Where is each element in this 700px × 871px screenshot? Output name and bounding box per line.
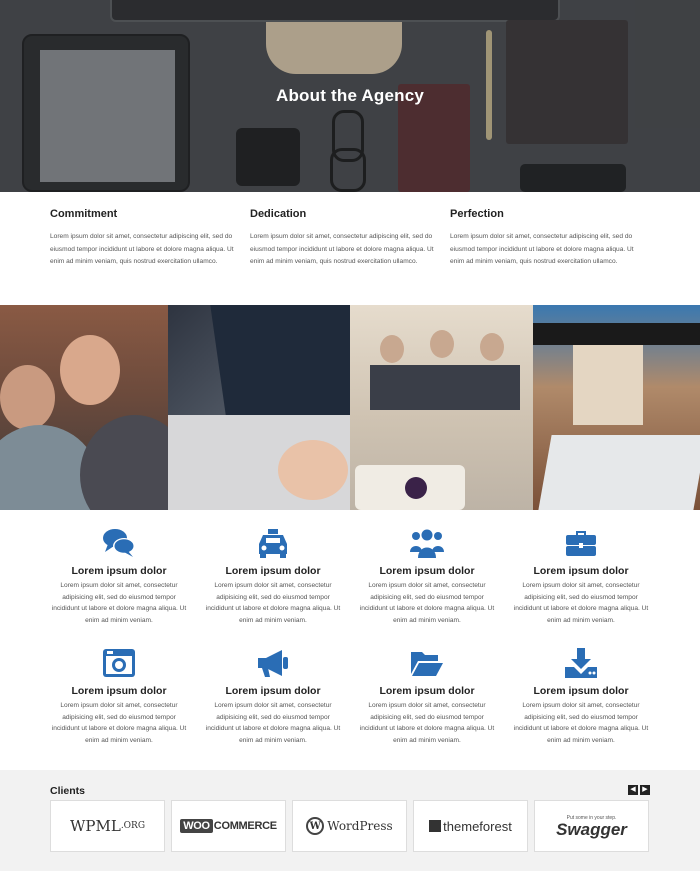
value-title: Commitment [50, 208, 118, 220]
client-logo-wpml[interactable]: WPML .ORG [50, 800, 165, 852]
feature-title: Lorem ipsum dolor [533, 685, 629, 697]
wpml-logo-text: WPML [69, 817, 121, 835]
photo-person [480, 333, 504, 361]
clients-section: Clients ◀ ▶ WPML .ORG WOO COMMERCE W WordPr… [0, 770, 700, 871]
themeforest-logo-text: themeforest [443, 818, 512, 834]
feature-text: Lorem ipsum dolor sit amet, consectetur … [205, 702, 341, 744]
feature-title: Lorem ipsum dolor [379, 685, 475, 697]
keyboard-image [538, 435, 700, 510]
feature-text: Lorem ipsum dolor sit amet, consectetur … [51, 582, 187, 624]
camera-icon [101, 646, 137, 680]
feature-card: Lorem ipsum dolor Lorem ipsum dolor sit … [350, 642, 504, 750]
photo-imac [533, 305, 700, 510]
photo-body [80, 415, 168, 510]
value-perfection: Perfection Lorem ipsum dolor sit amet, c… [450, 208, 650, 305]
swagger-logo-text: Swagger [556, 819, 627, 839]
projector-lens [405, 477, 427, 499]
feature-card: Lorem ipsum dolor Lorem ipsum dolor sit … [42, 522, 196, 630]
wordpress-logo-text: WordPress [327, 819, 393, 833]
feature-title: Lorem ipsum dolor [225, 565, 321, 577]
carousel-next-button[interactable]: ▶ [640, 785, 650, 795]
value-text: Lorem ipsum dolor sit amet, consectetur … [50, 233, 234, 265]
values-section: Commitment Lorem ipsum dolor sit amet, c… [0, 192, 700, 305]
photo-face [60, 335, 120, 405]
client-logo-themeforest[interactable]: themeforest [413, 800, 528, 852]
megaphone-icon [255, 646, 291, 680]
chat-icon [101, 526, 137, 560]
feature-text: Lorem ipsum dolor sit amet, consectetur … [205, 582, 341, 624]
value-text: Lorem ipsum dolor sit amet, consectetur … [250, 233, 434, 265]
feature-card: Lorem ipsum dolor Lorem ipsum dolor sit … [42, 642, 196, 750]
feature-card: Lorem ipsum dolor Lorem ipsum dolor sit … [196, 522, 350, 630]
group-icon [409, 526, 445, 560]
download-icon [563, 646, 599, 680]
client-logo-woocommerce[interactable]: WOO COMMERCE [171, 800, 286, 852]
wpml-logo-suffix: .ORG [120, 821, 146, 831]
page-title: About the Agency [275, 86, 424, 105]
imac-bezel [533, 323, 700, 345]
feature-title: Lorem ipsum dolor [533, 565, 629, 577]
carousel-prev-button[interactable]: ◀ [628, 785, 638, 795]
briefcase-icon [563, 526, 599, 560]
imac-stand [573, 345, 643, 425]
feature-text: Lorem ipsum dolor sit amet, consectetur … [359, 582, 495, 624]
value-title: Dedication [250, 208, 307, 220]
photo-hand [278, 440, 348, 500]
carousel-controls: ◀ ▶ [628, 785, 650, 795]
feature-card: Lorem ipsum dolor Lorem ipsum dolor sit … [504, 642, 658, 750]
feature-text: Lorem ipsum dolor sit amet, consectetur … [51, 702, 187, 744]
photo-strip [0, 305, 700, 510]
photo-laptop [168, 305, 350, 510]
feature-text: Lorem ipsum dolor sit amet, consectetur … [513, 582, 649, 624]
wordpress-icon: W [306, 817, 325, 835]
photo-suits [370, 365, 520, 410]
woo-logo-box: WOO [180, 819, 213, 833]
photo-meeting [350, 305, 533, 510]
value-commitment: Commitment Lorem ipsum dolor sit amet, c… [50, 208, 250, 305]
value-dedication: Dedication Lorem ipsum dolor sit amet, c… [250, 208, 450, 305]
client-logo-swagger[interactable]: Put some in your step. Swagger [534, 800, 649, 852]
feature-title: Lorem ipsum dolor [71, 565, 167, 577]
feature-title: Lorem ipsum dolor [379, 565, 475, 577]
features-grid: Lorem ipsum dolor Lorem ipsum dolor sit … [42, 522, 658, 750]
clients-title: Clients [50, 785, 86, 797]
photo-person [380, 335, 404, 363]
folder-open-icon [409, 646, 445, 680]
feature-text: Lorem ipsum dolor sit amet, consectetur … [513, 702, 649, 744]
client-logos: WPML .ORG WOO COMMERCE W WordPress themefor… [50, 800, 649, 852]
client-logo-wordpress[interactable]: W WordPress [292, 800, 407, 852]
feature-title: Lorem ipsum dolor [71, 685, 167, 697]
woo-logo-text: COMMERCE [213, 820, 277, 832]
hero-banner: About the Agency [0, 0, 700, 192]
taxi-icon [255, 526, 291, 560]
photo-face [0, 365, 55, 430]
value-title: Perfection [450, 208, 504, 220]
feature-text: Lorem ipsum dolor sit amet, consectetur … [359, 702, 495, 744]
feature-title: Lorem ipsum dolor [225, 685, 321, 697]
themeforest-icon [429, 820, 442, 832]
photo-person [430, 330, 454, 358]
feature-card: Lorem ipsum dolor Lorem ipsum dolor sit … [196, 642, 350, 750]
feature-card: Lorem ipsum dolor Lorem ipsum dolor sit … [350, 522, 504, 630]
laptop-screen [210, 305, 350, 415]
feature-card: Lorem ipsum dolor Lorem ipsum dolor sit … [504, 522, 658, 630]
value-text: Lorem ipsum dolor sit amet, consectetur … [450, 233, 634, 265]
photo-team-tablet [0, 305, 168, 510]
